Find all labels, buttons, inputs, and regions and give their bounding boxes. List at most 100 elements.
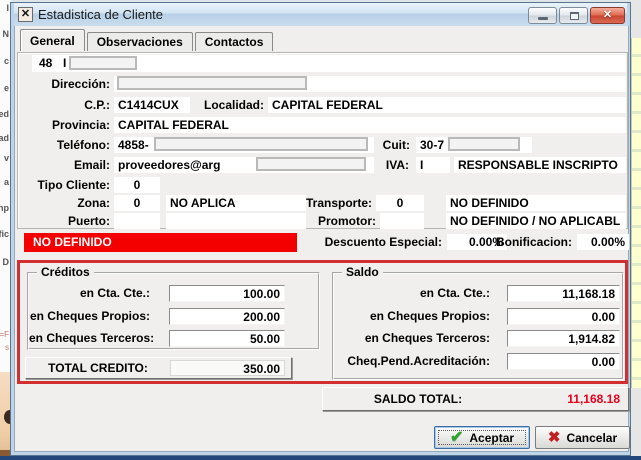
direccion-field[interactable] [114,76,626,92]
close-button[interactable]: ✕ [590,7,625,24]
bg-text-fragment: a [4,178,9,187]
window-title: Estadistica de Cliente [38,7,163,22]
saldo-total-label: SALDO TOTAL: [323,392,513,406]
aceptar-button-label: Aceptar [469,431,514,445]
transporte-desc-field: NO DEFINIDO [446,195,626,211]
credito-cheques-propios-field[interactable]: 200.00 [169,308,285,325]
promotor-label: Promotor: [280,214,376,229]
check-icon: ✔ [450,431,463,445]
bg-text-fragment: D [3,258,10,267]
background-window-edge [0,456,641,460]
saldo-cheques-terceros-label: en Cheques Terceros: [334,330,490,346]
credito-cta-cte-field[interactable]: 100.00 [169,285,285,302]
saldo-cta-cte-label: en Cta. Cte.: [334,285,490,301]
promotor-desc-field: NO DEFINIDO / NO APLICABL [446,213,626,229]
bg-text-fragment: fic [0,230,9,239]
bg-text-fragment: s [5,343,9,352]
tab-bar: General Observaciones Contactos [20,30,275,51]
saldo-group-title: Saldo [342,265,383,279]
localidad-label: Localidad: [168,98,264,113]
puerto-code-field[interactable] [114,213,160,229]
credito-cheques-terceros-label: en Cheques Terceros: [29,330,150,346]
background-window-right [631,0,641,460]
credito-cheques-terceros-field[interactable]: 50.00 [169,330,285,347]
credito-cta-cte-label: en Cta. Cte.: [29,285,150,301]
dialog-client-area: General Observaciones Contactos 48 I Dir… [14,26,629,452]
client-info-panel: 48 I Dirección: C.P.: C1414CUX Localidad… [17,52,628,229]
redaction-box [117,76,307,90]
background-grid-cells [631,38,641,388]
creditos-group: Créditos en Cta. Cte.: 100.00 en Cheques… [27,272,320,350]
credito-cheques-propios-label: en Cheques Propios: [29,308,150,324]
bg-text-fragment: ad [0,134,9,143]
bg-text-fragment: I [6,4,9,13]
minimize-icon [538,17,548,20]
provincia-field[interactable]: CAPITAL FEDERAL [114,117,626,133]
cancelar-button-label: Cancelar [566,431,617,445]
saldo-cheques-propios-label: en Cheques Propios: [334,308,490,324]
transporte-label: Transporte: [276,196,372,211]
promotor-code-field[interactable] [380,213,424,229]
saldo-row: en Cheques Propios: 0.00 [334,308,622,325]
status-band: NO DEFINIDO [24,233,297,252]
redaction-box [69,56,137,70]
cancelar-button[interactable]: ✖ Cancelar [535,426,630,449]
client-name-prefix: I [63,56,66,70]
saldo-cta-cte-field[interactable]: 11,168.18 [507,285,620,302]
cheq-pend-acreditacion-field[interactable]: 0.00 [507,353,620,370]
cheq-pend-acreditacion-label: Cheq.Pend.Acreditación: [334,353,490,369]
total-credito-value: 350.00 [170,360,285,376]
credit-saldo-frame: Créditos en Cta. Cte.: 100.00 en Cheques… [17,260,628,384]
provincia-label: Provincia: [18,118,110,133]
email-label: Email: [18,158,110,173]
iva-desc-field: RESPONSABLE INSCRIPTO [454,157,626,173]
screen: I N c e ed ad v a np fic D =F s ✕ Estadi… [0,0,641,460]
tab-contactos[interactable]: Contactos [195,32,274,51]
email-field[interactable]: proveedores@arg [114,157,374,173]
saldo-total-panel: SALDO TOTAL: 11,168.18 [322,387,629,411]
client-code: 48 [39,56,52,70]
cuit-field[interactable]: 30-7 [416,137,532,153]
saldo-cheques-propios-field[interactable]: 0.00 [507,308,620,325]
saldo-cheques-terceros-field[interactable]: 1,914.82 [507,330,620,347]
titlebar[interactable]: ✕ Estadistica de Cliente ✕ [14,3,627,26]
transporte-code-field[interactable]: 0 [376,195,424,211]
estadistica-de-cliente-dialog: ✕ Estadistica de Cliente ✕ General Obser… [10,2,631,456]
zona-label: Zona: [18,196,110,211]
direccion-label: Dirección: [18,77,110,92]
bg-text-fragment: c [4,57,9,66]
creditos-row: en Cheques Terceros: 50.00 [29,330,318,347]
bg-text-fragment: np [0,204,9,213]
saldo-group: Saldo en Cta. Cte.: 11,168.18 en Cheques… [332,272,624,380]
bg-text-fragment: ed [0,110,9,119]
saldo-row: Cheq.Pend.Acreditación: 0.00 [334,353,622,370]
maximize-icon [570,12,579,20]
tab-general[interactable]: General [20,29,85,51]
aceptar-button[interactable]: ✔ Aceptar [434,426,530,449]
bonificacion-field[interactable]: 0.00% [577,234,629,250]
total-credito-panel: TOTAL CREDITO: 350.00 [25,357,292,379]
saldo-total-value: 11,168.18 [513,392,628,406]
client-id-field[interactable]: 48 I [32,55,626,72]
bonificacion-label: Bonificacion: [489,235,572,250]
cp-label: C.P.: [18,98,110,113]
zona-code-field[interactable]: 0 [114,195,160,211]
iva-code-field[interactable]: I [416,157,450,173]
puerto-label: Puerto: [18,214,110,229]
tab-observaciones[interactable]: Observaciones [87,32,193,51]
creditos-group-title: Créditos [37,265,94,279]
minimize-button[interactable] [528,7,557,24]
tipo-cliente-label: Tipo Cliente: [18,178,110,193]
x-icon: ✖ [548,431,561,445]
redaction-box [448,137,520,151]
telefono-label: Teléfono: [18,138,110,153]
localidad-field[interactable]: CAPITAL FEDERAL [268,97,626,113]
maximize-button[interactable] [559,7,588,24]
bg-text-fragment: v [4,154,9,163]
tipo-cliente-field[interactable]: 0 [114,177,160,193]
creditos-row: en Cheques Propios: 200.00 [29,308,318,325]
iva-label: IVA: [338,158,409,173]
total-credito-label: TOTAL CREDITO: [26,361,170,375]
bg-text-fragment: e [4,84,9,93]
saldo-row: en Cta. Cte.: 11,168.18 [334,285,622,302]
